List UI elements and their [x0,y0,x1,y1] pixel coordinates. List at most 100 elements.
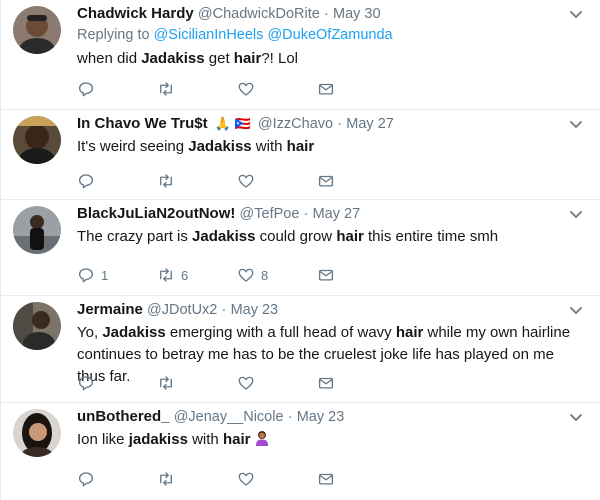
tweet-date[interactable]: May 27 [346,116,394,132]
tweet-text: The crazy part is Jadakiss could grow ha… [77,226,586,248]
tweet-header: Jermaine @JDotUx2 · May 23 [77,300,586,320]
reply-button[interactable] [77,374,157,392]
text-segment: Yo, [77,324,103,341]
reply-button[interactable] [77,470,157,488]
avatar[interactable] [13,6,61,54]
tweet-item[interactable]: BlackJuLiaN2outNow! @TefPoe · May 27 The… [1,200,600,296]
chevron-down-icon[interactable] [568,206,584,222]
text-segment: when did [77,50,142,67]
tweet-actions: 1 6 8 [77,266,397,284]
display-name[interactable]: BlackJuLiaN2outNow! [77,205,235,222]
retweet-button[interactable] [157,374,237,392]
tweet-header: BlackJuLiaN2outNow! @TefPoe · May 27 [77,204,586,224]
display-name[interactable]: Chadwick Hardy [77,5,194,22]
highlight-term: Jadakiss [188,138,252,155]
reply-icon [78,472,94,487]
chevron-down-icon[interactable] [568,409,584,425]
direct-message-button[interactable] [317,266,397,284]
heart-icon [238,472,254,486]
reply-mention-link[interactable]: @SicilianInHeels [154,27,264,43]
text-segment: could grow [255,228,337,245]
retweet-button[interactable] [157,172,237,190]
display-name[interactable]: In Chavo We Tru$t [77,115,208,132]
user-handle[interactable]: @IzzChavo [258,116,333,132]
reply-button[interactable]: 1 [77,266,157,284]
like-count: 8 [261,267,269,283]
reply-button[interactable] [77,172,157,190]
replying-to: Replying to @SicilianInHeels @DukeOfZamu… [77,24,586,46]
user-handle[interactable]: @ChadwickDoRite [198,6,320,22]
envelope-icon [318,175,334,187]
chevron-down-icon[interactable] [568,302,584,318]
tweet-actions [77,374,397,392]
like-button[interactable] [237,172,317,190]
reply-icon [78,174,94,189]
like-button[interactable]: 8 [237,266,317,284]
chevron-down-icon[interactable] [568,116,584,132]
user-handle[interactable]: @Jenay__Nicole [174,409,284,425]
tweet-text: It's weird seeing Jadakiss with hair [77,136,586,158]
retweet-icon [160,472,172,486]
retweet-button[interactable] [157,80,237,98]
replying-to-label: Replying to [77,27,154,43]
envelope-icon [318,473,334,485]
text-segment: ?! Lol [261,50,299,67]
name-emoji: 🙏 🇵🇷 [214,116,251,131]
highlight-term: hair [233,50,262,67]
heart-icon [238,82,254,96]
tweet-date[interactable]: May 27 [313,206,361,222]
tweet-date[interactable]: May 23 [297,409,345,425]
like-button[interactable] [237,374,317,392]
reply-button[interactable] [77,80,157,98]
tweet-item[interactable]: Chadwick Hardy @ChadwickDoRite · May 30 … [1,0,600,110]
retweet-button[interactable]: 6 [157,266,237,284]
retweet-icon [160,376,172,390]
highlight-term: hair [222,431,251,448]
like-button[interactable] [237,470,317,488]
tweet-header: Chadwick Hardy @ChadwickDoRite · May 30 [77,4,586,24]
avatar[interactable] [13,409,61,457]
tweet-actions [77,470,397,488]
tweet-header: In Chavo We Tru$t 🙏 🇵🇷 @IzzChavo · May 2… [77,114,586,134]
highlight-term: Jadakiss [192,228,256,245]
text-segment: Ion like [77,431,129,448]
reply-icon [78,376,94,391]
display-name[interactable]: unBothered_ [77,408,170,425]
tweet-item[interactable]: unBothered_ @Jenay__Nicole · May 23 Ion … [1,403,600,500]
avatar[interactable] [13,302,61,350]
text-segment: get [204,50,234,67]
envelope-icon [318,83,334,95]
direct-message-button[interactable] [317,172,397,190]
display-name[interactable]: Jermaine [77,301,143,318]
chevron-down-icon[interactable] [568,6,584,22]
retweet-button[interactable] [157,470,237,488]
tweet-header: unBothered_ @Jenay__Nicole · May 23 [77,407,586,427]
tweet-text: Ion like jadakiss with hair [77,429,586,451]
heart-icon [238,268,254,282]
avatar[interactable] [13,206,61,254]
tweet-item[interactable]: Jermaine @JDotUx2 · May 23 Yo, Jadakiss … [1,296,600,403]
tweet-date[interactable]: May 23 [231,302,279,318]
reply-mention-link[interactable]: @DukeOfZamunda [267,27,392,43]
like-button[interactable] [237,80,317,98]
separator-dot: · [287,409,293,425]
text-segment: with [187,431,223,448]
envelope-icon [318,377,334,389]
tweet-date[interactable]: May 30 [333,6,381,22]
reply-count: 1 [101,267,109,283]
user-handle[interactable]: @JDotUx2 [147,302,217,318]
user-handle[interactable]: @TefPoe [240,206,300,222]
separator-dot: · [337,116,343,132]
text-segment: The crazy part is [77,228,193,245]
direct-message-button[interactable] [317,374,397,392]
direct-message-button[interactable] [317,470,397,488]
text-segment: with [251,138,287,155]
highlight-term: hair [336,228,364,245]
highlight-term: Jadakiss [141,50,205,67]
reply-icon [78,82,94,97]
tweet-item[interactable]: In Chavo We Tru$t 🙏 🇵🇷 @IzzChavo · May 2… [1,110,600,200]
direct-message-button[interactable] [317,80,397,98]
tweet-feed: Chadwick Hardy @ChadwickDoRite · May 30 … [0,0,600,500]
avatar[interactable] [13,116,61,164]
retweet-count: 6 [181,267,189,283]
